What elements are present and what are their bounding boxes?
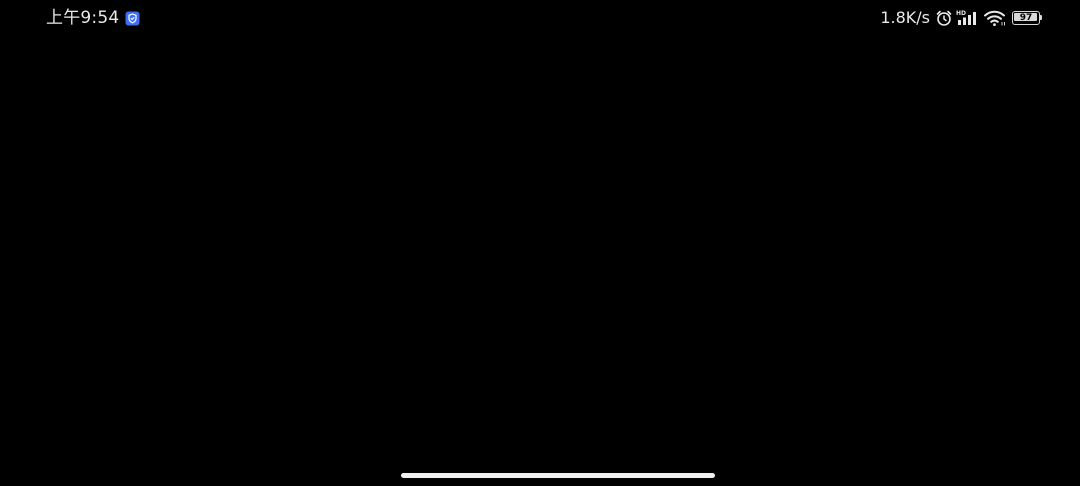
battery-cap — [1040, 15, 1042, 20]
cellular-signal-icon: HD — [956, 9, 980, 27]
wifi-icon — [983, 9, 1007, 27]
status-bar: 上午9:54 1.8K/s HD 97 — [0, 0, 1080, 36]
battery-level-text: 97 — [1019, 13, 1033, 23]
screen: 上午9:54 1.8K/s HD 97 — [0, 0, 1080, 486]
alarm-icon — [935, 9, 953, 27]
status-left-group: 上午9:54 — [46, 7, 140, 29]
home-indicator[interactable] — [401, 473, 715, 478]
battery-icon: 97 — [1012, 11, 1044, 25]
signal-hd-label: HD — [956, 10, 966, 17]
status-right-group: 1.8K/s HD 97 — [880, 7, 1044, 29]
network-speed: 1.8K/s — [880, 8, 930, 27]
status-clock: 上午9:54 — [46, 8, 120, 28]
security-shield-icon — [124, 10, 140, 26]
